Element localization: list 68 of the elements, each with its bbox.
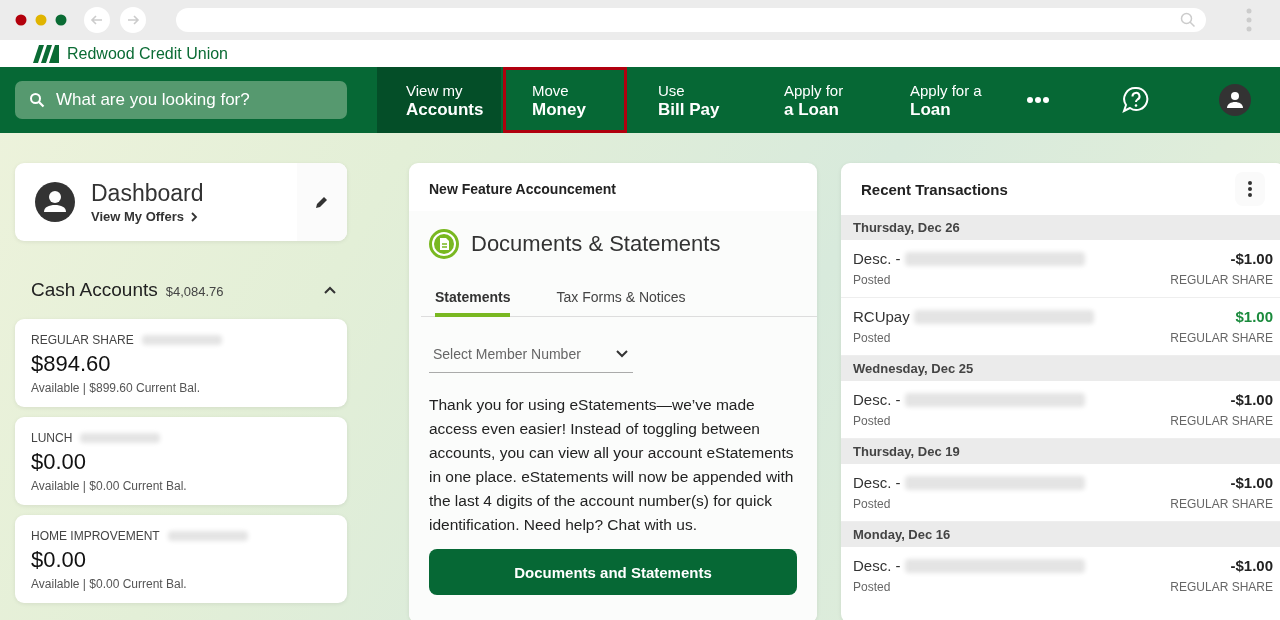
transaction-amount: $1.00 [1235, 308, 1273, 325]
profile-button[interactable] [1219, 84, 1251, 116]
user-icon [1226, 91, 1244, 109]
account-label: REGULAR SHARE [1170, 414, 1273, 428]
transaction-status: Posted [853, 331, 891, 345]
account-name: HOME IMPROVEMENT [31, 529, 160, 543]
date-header: Wednesday, Dec 25 [841, 356, 1280, 381]
transaction-amount: -$1.00 [1230, 557, 1273, 574]
account-card[interactable]: HOME IMPROVEMENT $0.00 Available | $0.00 Current Bal. [15, 515, 347, 603]
date-header: Monday, Dec 16 [841, 522, 1280, 547]
account-label: REGULAR SHARE [1170, 273, 1273, 287]
transaction-status: Posted [853, 273, 891, 287]
member-number-dropdown[interactable]: Select Member Number [429, 335, 633, 373]
transaction-description: RCUpay [853, 308, 910, 325]
card-title: New Feature Accouncement [428, 180, 617, 199]
logo-icon [33, 44, 59, 63]
section-title: Cash Accounts [31, 279, 158, 301]
transaction-description: Desc. - [853, 557, 901, 574]
nav-item[interactable]: Use Bill Pay [629, 67, 753, 133]
nav-item[interactable]: Apply for a Loan [881, 67, 1005, 133]
transaction-status: Posted [853, 580, 891, 594]
account-card[interactable]: REGULAR SHARE $894.60 Available | $899.60 Current Bal. [15, 319, 347, 407]
more-options-button[interactable] [1235, 172, 1265, 206]
chevron-down-icon [615, 348, 629, 359]
card-title: Recent Transactions [861, 180, 1008, 198]
account-label: REGULAR SHARE [1170, 497, 1273, 511]
account-card[interactable]: LUNCH $0.00 Available | $0.00 Current Bal. [15, 417, 347, 505]
account-name: REGULAR SHARE [31, 333, 134, 347]
body-text: Thank you for using eStatements—we’ve made access even easier! Instead of toggling between accounts, you can view all your account eStatements in one place. eStatements will now be appended with the last 4 digits of the account number(s) for quick identification. Need help? Chat with us. [429, 395, 795, 535]
account-balance: $0.00 [31, 449, 88, 475]
transaction-amount: -$1.00 [1230, 474, 1273, 491]
transaction-description: Desc. - [853, 250, 901, 267]
help-chat-icon [1121, 86, 1149, 114]
documents-button[interactable]: Documents and Statements [429, 549, 797, 595]
chevron-right-icon [189, 211, 198, 222]
nav-item[interactable]: View my Accounts [377, 67, 501, 133]
search-field[interactable]: What are you looking for? [15, 81, 347, 119]
tab[interactable]: Statements [435, 289, 511, 317]
balance-details: Available | $0.00 Current Bal. [31, 577, 188, 591]
balance-details: Available | $899.60 Current Bal. [31, 381, 202, 395]
section-heading: Documents & Statements [471, 231, 721, 257]
brand-name: Redwood Credit Union [67, 44, 228, 63]
section-total: $4,084.76 [165, 284, 224, 299]
pencil-icon [315, 195, 329, 209]
date-header: Thursday, Dec 19 [841, 439, 1280, 464]
transaction-amount: -$1.00 [1230, 391, 1273, 408]
nav-item[interactable]: Move Money [503, 67, 627, 133]
transaction-status: Posted [853, 497, 891, 511]
transaction-description: Desc. - [853, 474, 901, 491]
document-icon [429, 229, 459, 259]
transaction-description: Desc. - [853, 391, 901, 408]
vertical-ellipsis-icon [1248, 181, 1252, 197]
balance-details: Available | $0.00 Current Bal. [31, 479, 188, 493]
date-header: Thursday, Dec 26 [841, 215, 1280, 240]
account-label: REGULAR SHARE [1170, 331, 1273, 345]
user-avatar-icon [35, 182, 75, 222]
account-name: LUNCH [31, 431, 73, 445]
nav-item[interactable]: Apply for a Loan [755, 67, 879, 133]
account-balance: $894.60 [31, 351, 112, 377]
tab[interactable]: Tax Forms & Notices [556, 289, 686, 317]
view-offers-link[interactable]: View My Offers [91, 209, 281, 224]
transaction-amount: -$1.00 [1230, 250, 1273, 267]
search-icon [1180, 12, 1196, 28]
dashboard-title: Dashboard [91, 180, 205, 207]
account-label: REGULAR SHARE [1170, 580, 1273, 594]
transaction-status: Posted [853, 414, 891, 428]
ellipsis-icon [1027, 97, 1049, 103]
account-balance: $0.00 [31, 547, 88, 573]
